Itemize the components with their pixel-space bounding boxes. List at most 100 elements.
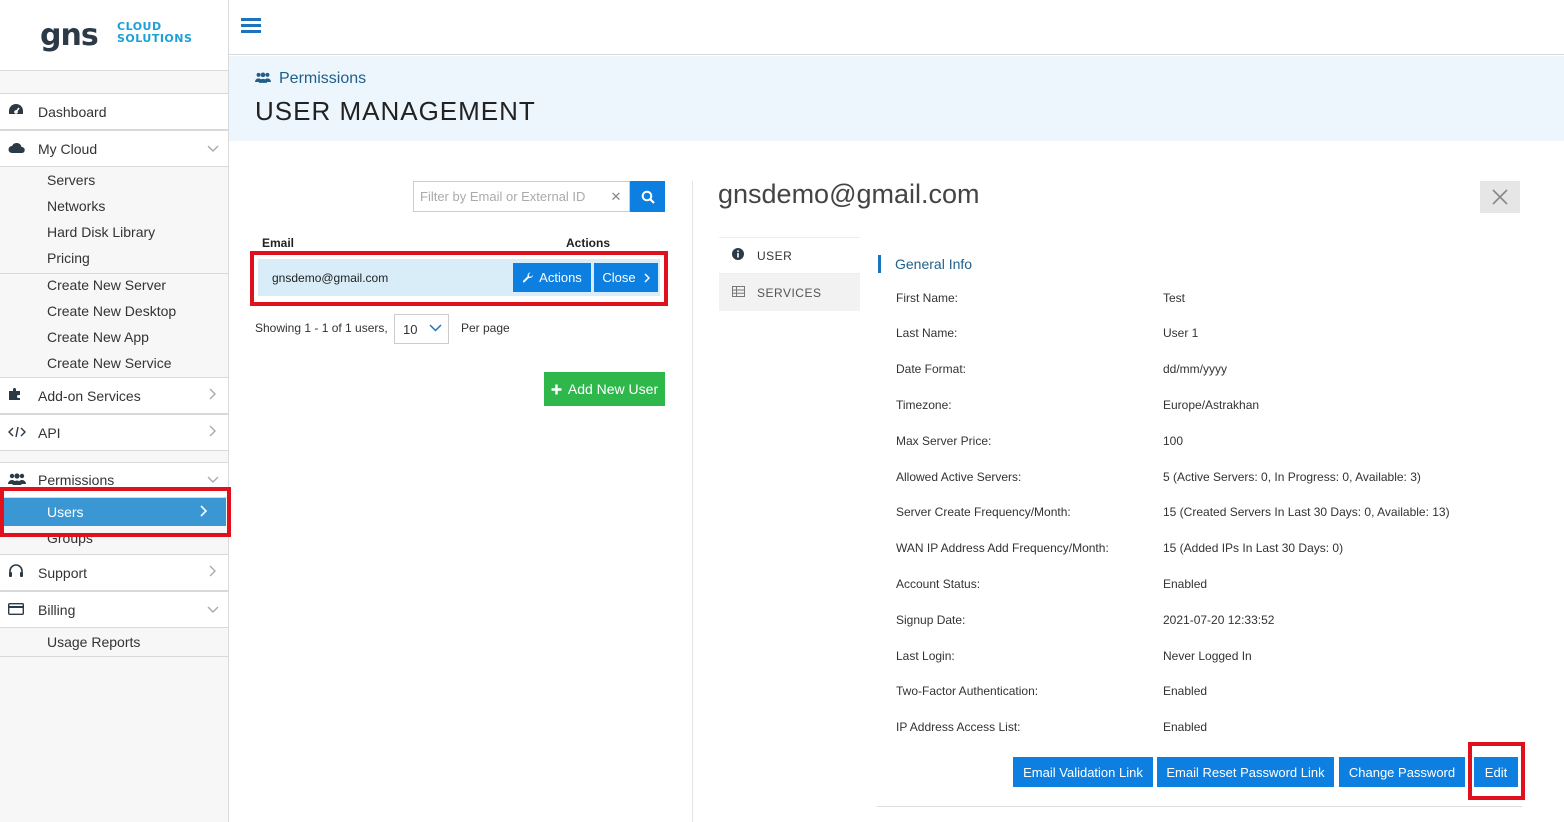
add-user-label: Add New User [567,381,659,397]
info-value: User 1 [1163,326,1199,340]
pane-divider [692,181,693,822]
detail-title: gnsdemo@gmail.com [718,179,980,209]
close-icon [1492,189,1508,205]
tab-services[interactable]: SERVICES [719,274,860,311]
close-detail-button[interactable] [1480,181,1520,213]
change-password-button[interactable]: Change Password [1339,757,1465,787]
clear-icon[interactable]: ✕ [603,189,629,205]
sidebar-subitem-networks[interactable]: Networks [47,193,105,219]
paging-summary: Showing 1 - 1 of 1 users, [255,321,388,335]
filter-input[interactable] [414,189,603,204]
per-page-select[interactable]: 10 [394,314,449,344]
plus-icon [551,384,562,394]
info-label: Last Login: [896,649,955,663]
logo-sub-line2: SOLUTIONS [117,32,193,45]
chevron-right-icon [198,565,228,580]
info-label: Server Create Frequency/Month: [896,505,1071,519]
sidebar-item-billing[interactable]: Billing [0,591,228,628]
sidebar-subitem-groups[interactable]: Groups [47,527,93,549]
sidebar-subitem-create-service[interactable]: Create New Service [47,350,172,376]
sidebar-subitem-pricing[interactable]: Pricing [47,245,90,271]
edit-button[interactable]: Edit [1474,757,1518,787]
per-page-value: 10 [403,321,418,337]
hamburger-menu-icon[interactable] [241,18,261,34]
info-value: 5 (Active Servers: 0, In Progress: 0, Av… [1163,470,1421,484]
actions-button[interactable]: Actions [513,263,591,292]
info-label: Account Status: [896,577,981,591]
puzzle-icon [0,387,38,404]
sidebar-item-label: Dashboard [38,103,107,120]
email-validation-link-button[interactable]: Email Validation Link [1013,757,1153,787]
info-value: Enabled [1163,684,1208,698]
column-header-email: Email [262,236,295,250]
info-value: 15 (Added IPs In Last 30 Days: 0) [1163,541,1344,555]
chevron-right-icon [198,388,228,403]
row-email: gnsdemo@gmail.com [272,270,389,285]
sidebar-item-api[interactable]: API [0,414,228,451]
sidebar-item-my-cloud[interactable]: My Cloud [0,130,228,167]
info-value: Enabled [1163,720,1208,734]
top-bar [229,0,1564,55]
users-group-icon [255,70,271,88]
add-user-button[interactable]: Add New User [544,372,665,406]
info-label: IP Address Access List: [896,720,1021,734]
info-value: dd/mm/yyyy [1163,362,1228,376]
info-value: 2021-07-20 12:33:52 [1163,613,1275,627]
sidebar-item-addon-services[interactable]: Add-on Services [0,377,228,414]
headset-icon [0,564,38,581]
sidebar-item-label: Permissions [38,472,115,488]
chevron-down-icon [198,473,228,487]
page-header: Permissions USER MANAGEMENT [229,56,1564,141]
table-icon [719,285,757,300]
info-label: Signup Date: [896,613,966,627]
tab-user-label: USER [757,248,793,263]
sidebar-item-label: API [38,424,61,441]
actions-button-label: Actions [539,270,582,285]
info-value: Never Logged In [1163,649,1252,663]
logo-main-text: gns [40,18,99,53]
credit-card-icon [0,602,38,618]
info-label: Timezone: [896,398,952,412]
tab-user[interactable]: USER [719,237,860,274]
breadcrumb-label: Permissions [279,70,367,87]
info-icon [719,248,757,263]
chevron-down-icon [429,321,442,335]
sidebar-divider [0,656,228,657]
sidebar-item-label: Support [38,564,88,581]
sidebar-subitem-usage-reports[interactable]: Usage Reports [47,629,140,655]
sidebar-item-users[interactable]: Users [0,498,226,526]
close-button[interactable]: Close [594,263,658,292]
breadcrumb[interactable]: Permissions [255,70,366,88]
info-label: Date Format: [896,362,967,376]
info-value: 15 (Created Servers In Last 30 Days: 0, … [1163,505,1450,519]
chevron-right-icon [200,504,208,520]
section-title-general-info: General Info [878,255,972,273]
logo[interactable]: gns CLOUD SOLUTIONS [0,0,228,71]
chevron-down-icon [198,603,228,617]
info-label: WAN IP Address Add Frequency/Month: [896,541,1109,555]
chevron-down-icon [198,142,228,156]
table-row[interactable]: gnsdemo@gmail.com Actions Close [258,259,660,296]
info-value: Enabled [1163,577,1208,591]
sidebar-subitem-hard-disk-library[interactable]: Hard Disk Library [47,219,155,245]
sidebar-subitem-servers[interactable]: Servers [47,167,95,193]
code-icon [0,425,38,441]
sidebar-item-permissions[interactable]: Permissions [0,462,228,498]
chevron-right-icon [198,425,228,440]
search-button[interactable] [630,181,665,212]
close-button-label: Close [602,270,636,285]
info-value: Test [1163,291,1186,305]
sidebar-item-support[interactable]: Support [0,554,228,591]
logo-subtitle: CLOUD SOLUTIONS [117,21,192,45]
cloud-icon [0,141,38,157]
sidebar-item-label: Add-on Services [38,387,141,404]
email-reset-password-button[interactable]: Email Reset Password Link [1157,757,1334,787]
sidebar-subitem-create-app[interactable]: Create New App [47,324,149,350]
wrench-icon [523,271,534,282]
sidebar-subitem-create-desktop[interactable]: Create New Desktop [47,298,176,324]
sidebar-subitem-create-server[interactable]: Create New Server [47,272,166,298]
info-label: Max Server Price: [896,434,992,448]
sidebar-item-label: Billing [38,601,76,618]
sidebar-item-dashboard[interactable]: Dashboard [0,93,228,130]
per-page-label: Per page [461,321,510,335]
